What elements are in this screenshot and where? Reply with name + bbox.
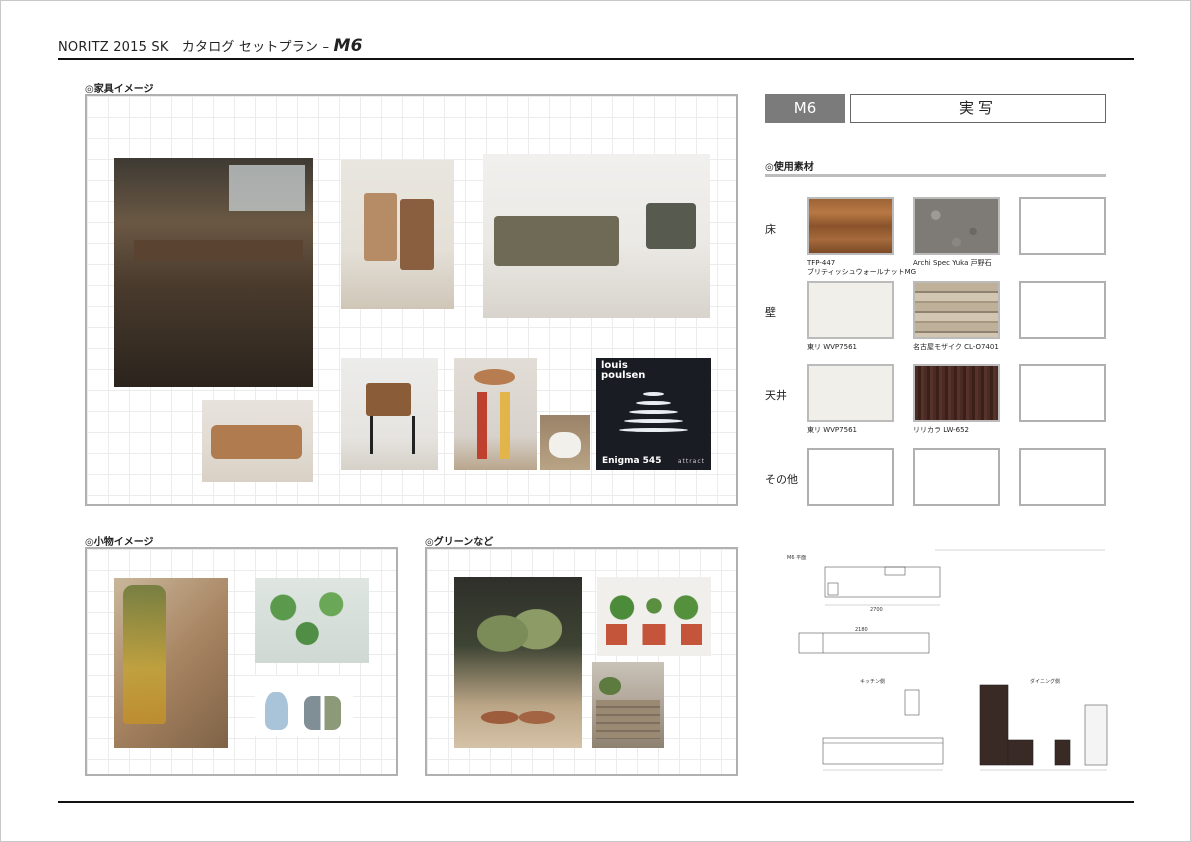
swatch-other-3	[1019, 448, 1106, 506]
tall-cabinet	[979, 684, 1009, 766]
lamp-brand: louis poulsen	[601, 360, 646, 381]
olive-trees-photo	[454, 577, 582, 748]
caption-wall-1: 東リ WVP7561	[807, 343, 857, 351]
row-label-wall: 壁	[765, 306, 776, 319]
kitchen-elevation-drawing: M6 平面 2700 2180 キッチン側 ダイニング側	[785, 545, 1115, 780]
drawing-plan-label: M6 平面	[787, 555, 806, 561]
materials-heading: ◎使用素材	[765, 158, 1106, 177]
furniture-panel: louis poulsen Enigma 545 attract	[85, 94, 738, 506]
lamp-rings-graphic	[619, 391, 688, 437]
stool-photo	[454, 358, 537, 470]
drawing-kitchen-side-label: キッチン側	[860, 678, 885, 685]
low-cabinet	[1007, 739, 1034, 766]
caption-floor-1: TFP-447 ブリティッシュウォールナットMG	[807, 259, 917, 276]
swatch-ceiling-white	[807, 364, 894, 422]
swatch-floor-stone	[913, 197, 1000, 255]
page-title-text: NORITZ 2015 SK カタログ セットプラン –	[58, 40, 334, 55]
swatch-ceiling-empty	[1019, 364, 1106, 422]
glass-bottles-photo	[255, 676, 353, 736]
sofa-living-photo	[483, 154, 710, 318]
swatch-ceiling-dark-wood	[913, 364, 1000, 422]
pendant-lamp-ad: louis poulsen Enigma 545 attract	[596, 358, 711, 470]
range-hood-elevation	[904, 689, 920, 716]
caption-wall-2: 名古屋モザイク CL-O7401	[913, 343, 999, 351]
plan-sink	[827, 582, 839, 596]
swatch-floor-empty	[1019, 197, 1106, 255]
lamp-product-name: Enigma 545	[602, 456, 662, 466]
crate-planter-photo	[592, 662, 664, 748]
row-label-ceiling: 天井	[765, 389, 787, 402]
page-header: NORITZ 2015 SK カタログ セットプラン – M6	[58, 32, 1134, 60]
leather-sofa-photo	[202, 400, 313, 482]
drawing-dim-upper: 2180	[855, 627, 868, 633]
dog-ornament-photo	[540, 415, 590, 470]
footer-rule	[58, 801, 1134, 803]
swatch-other-1	[807, 448, 894, 506]
caption-ceiling-2: リリカラ LW-652	[913, 426, 970, 434]
plan-tag: M6	[765, 94, 845, 123]
accessories-panel	[85, 547, 398, 776]
row-label-other: その他	[765, 473, 798, 486]
drawing-dining-side-label: ダイニング側	[1030, 678, 1060, 685]
row-label-floor: 床	[765, 223, 776, 236]
wooden-chairs-photo	[341, 160, 454, 309]
kitchen-counter-elevation	[822, 737, 944, 765]
drawing-svg: M6 平面 2700 2180 キッチン側 ダイニング側	[787, 549, 1108, 771]
plan-counter-outline	[824, 566, 941, 598]
caption-floor-2: Archi Spec Yuka 戸野石	[913, 259, 992, 267]
dining-table-photo	[114, 158, 313, 387]
fridge-outline	[1084, 704, 1108, 766]
plan-hood	[884, 566, 906, 576]
steel-chair-photo	[341, 358, 438, 470]
swatch-floor-walnut	[807, 197, 894, 255]
page-title: NORITZ 2015 SK カタログ セットプラン – M6	[58, 36, 363, 56]
lamp-maker: attract	[677, 458, 705, 465]
section-label-furniture: ◎家具イメージ	[85, 84, 154, 95]
swatch-wall-mosaic	[913, 281, 1000, 339]
swatch-wall-white	[807, 281, 894, 339]
swatch-other-2	[913, 448, 1000, 506]
greenery-panel	[425, 547, 738, 776]
herb-jars-photo	[255, 578, 369, 663]
section-label-accessories: ◎小物イメージ	[85, 537, 154, 548]
caption-ceiling-1: 東リ WVP7561	[807, 426, 857, 434]
upper-cabinet-outline	[798, 632, 930, 654]
section-label-greenery: ◎グリーンなど	[425, 537, 494, 548]
side-unit	[1054, 739, 1071, 766]
photo-label-box: 実写	[850, 94, 1106, 123]
olive-oil-photo	[114, 578, 228, 748]
potted-herbs-photo	[597, 577, 711, 656]
drawing-dim-total: 2700	[870, 607, 883, 613]
swatch-wall-empty	[1019, 281, 1106, 339]
plan-code: M6	[333, 36, 363, 56]
